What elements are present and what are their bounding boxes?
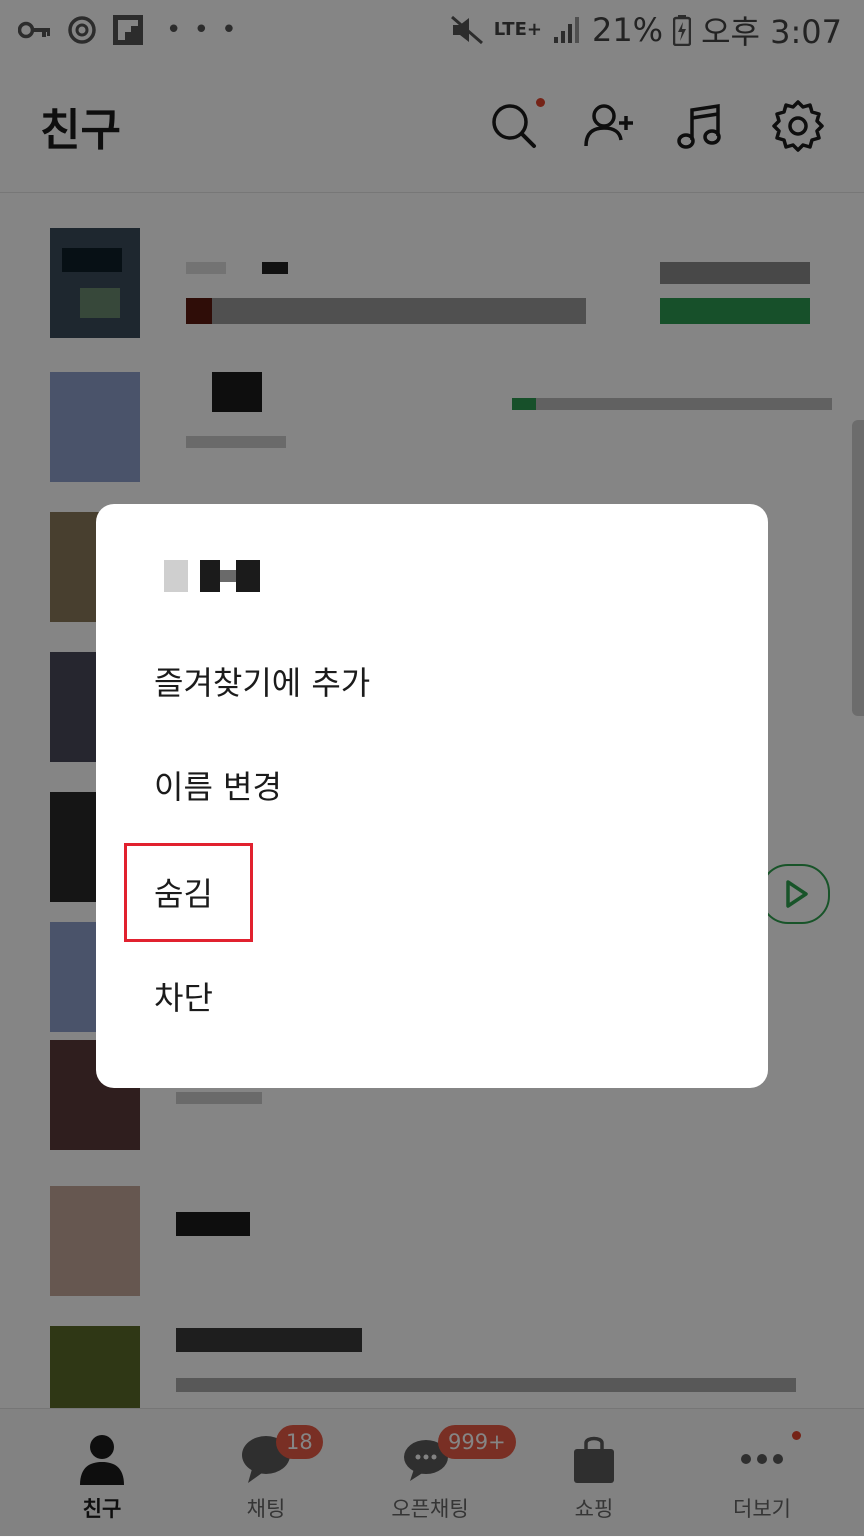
friend-context-menu: 즐겨찾기에 추가 이름 변경 숨김 차단 [96,504,768,1088]
menu-block[interactable]: 차단 [154,973,213,1023]
menu-add-favorite[interactable]: 즐겨찾기에 추가 [154,658,370,708]
menu-rename[interactable]: 이름 변경 [154,762,282,812]
friend-name-pixelated [156,556,266,596]
highlight-annotation [124,843,253,942]
